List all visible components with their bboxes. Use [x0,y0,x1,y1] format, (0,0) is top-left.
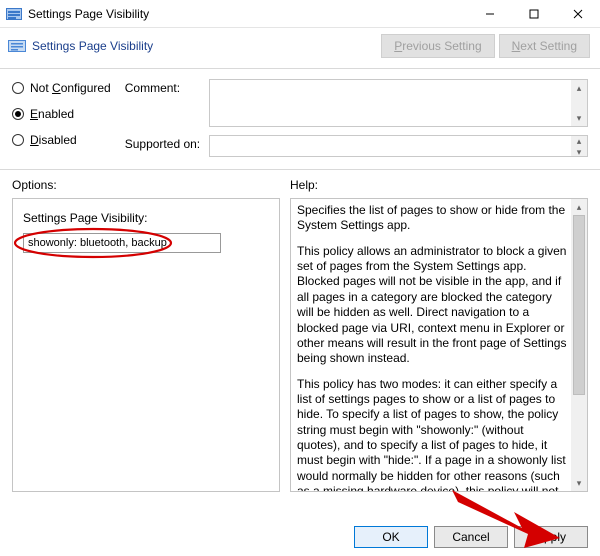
radio-not-configured[interactable]: Not Configured [12,81,111,95]
supported-on-textbox: ▴ ▾ [209,135,588,157]
config-section: Not Configured Enabled Disabled Comment:… [0,69,600,170]
help-box: Specifies the list of pages to show or h… [290,198,588,492]
scroll-down-icon[interactable]: ▾ [571,110,587,126]
help-text: Specifies the list of pages to show or h… [297,203,569,492]
apply-button[interactable]: Apply [514,526,588,548]
cancel-button[interactable]: Cancel [434,526,508,548]
scroll-up-icon[interactable]: ▴ [571,199,587,215]
scroll-down-icon[interactable]: ▾ [571,475,587,491]
previous-setting-button[interactable]: Previous Setting [381,34,494,58]
close-button[interactable] [556,0,600,28]
options-heading: Settings Page Visibility: [23,211,269,225]
supported-scrollbar[interactable]: ▴ ▾ [571,136,587,156]
comment-textbox[interactable]: ▴ ▾ [209,79,588,127]
help-scrollbar[interactable]: ▴ ▾ [571,199,587,491]
policy-icon [8,37,26,55]
lower-panel: Options: Settings Page Visibility: showo… [0,170,600,492]
policy-title: Settings Page Visibility [32,39,153,53]
scroll-up-icon[interactable]: ▴ [571,136,587,147]
scroll-down-icon[interactable]: ▾ [571,147,587,158]
options-box: Settings Page Visibility: showonly: blue… [12,198,280,492]
scroll-thumb[interactable] [573,215,585,395]
comment-scrollbar[interactable]: ▴ ▾ [571,80,587,126]
window-title: Settings Page Visibility [28,7,149,21]
title-bar: Settings Page Visibility [0,0,600,28]
maximize-button[interactable] [512,0,556,28]
radio-disabled[interactable]: Disabled [12,133,111,147]
dialog-footer: OK Cancel Apply [354,526,588,548]
help-label: Help: [290,178,588,192]
scroll-up-icon[interactable]: ▴ [571,80,587,96]
app-icon [6,6,22,22]
supported-on-label: Supported on: [125,135,203,157]
comment-label: Comment: [125,79,203,127]
options-label: Options: [12,178,280,192]
minimize-button[interactable] [468,0,512,28]
next-setting-button[interactable]: Next Setting [499,34,590,58]
radio-enabled[interactable]: Enabled [12,107,111,121]
header-row: Settings Page Visibility Previous Settin… [0,28,600,69]
ok-button[interactable]: OK [354,526,428,548]
visibility-input[interactable]: showonly: bluetooth, backup [23,233,221,253]
